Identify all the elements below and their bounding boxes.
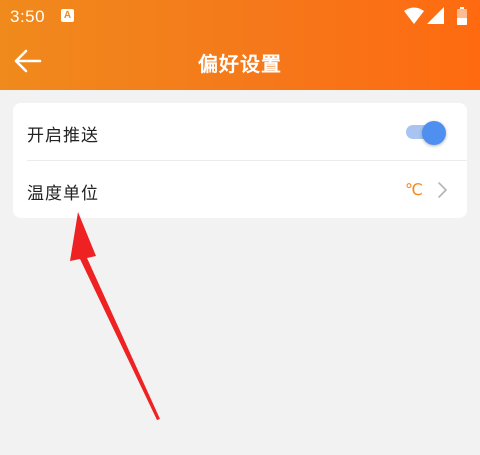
temperature-unit-row[interactable]: 温度单位 ℃: [13, 161, 467, 218]
temperature-unit-value: ℃: [405, 180, 423, 199]
page-title: 偏好设置: [198, 52, 282, 76]
settings-card: 开启推送 温度单位 ℃: [13, 103, 467, 218]
cellular-signal-icon: [427, 7, 444, 24]
temperature-unit-label: 温度单位: [27, 184, 99, 204]
app-header: 3:50 A 偏好设置: [0, 0, 480, 90]
push-setting-label: 开启推送: [27, 126, 99, 146]
chevron-right-icon: [438, 182, 447, 198]
status-time: 3:50: [10, 7, 46, 26]
status-bar: 3:50 A: [0, 0, 480, 32]
battery-icon: [457, 7, 467, 25]
wifi-icon: [404, 7, 424, 24]
title-bar: 偏好设置: [0, 32, 480, 90]
push-toggle[interactable]: [406, 121, 446, 145]
push-setting-row: 开启推送: [13, 103, 467, 160]
toggle-knob: [422, 121, 446, 145]
notification-app-icon: A: [61, 9, 74, 22]
